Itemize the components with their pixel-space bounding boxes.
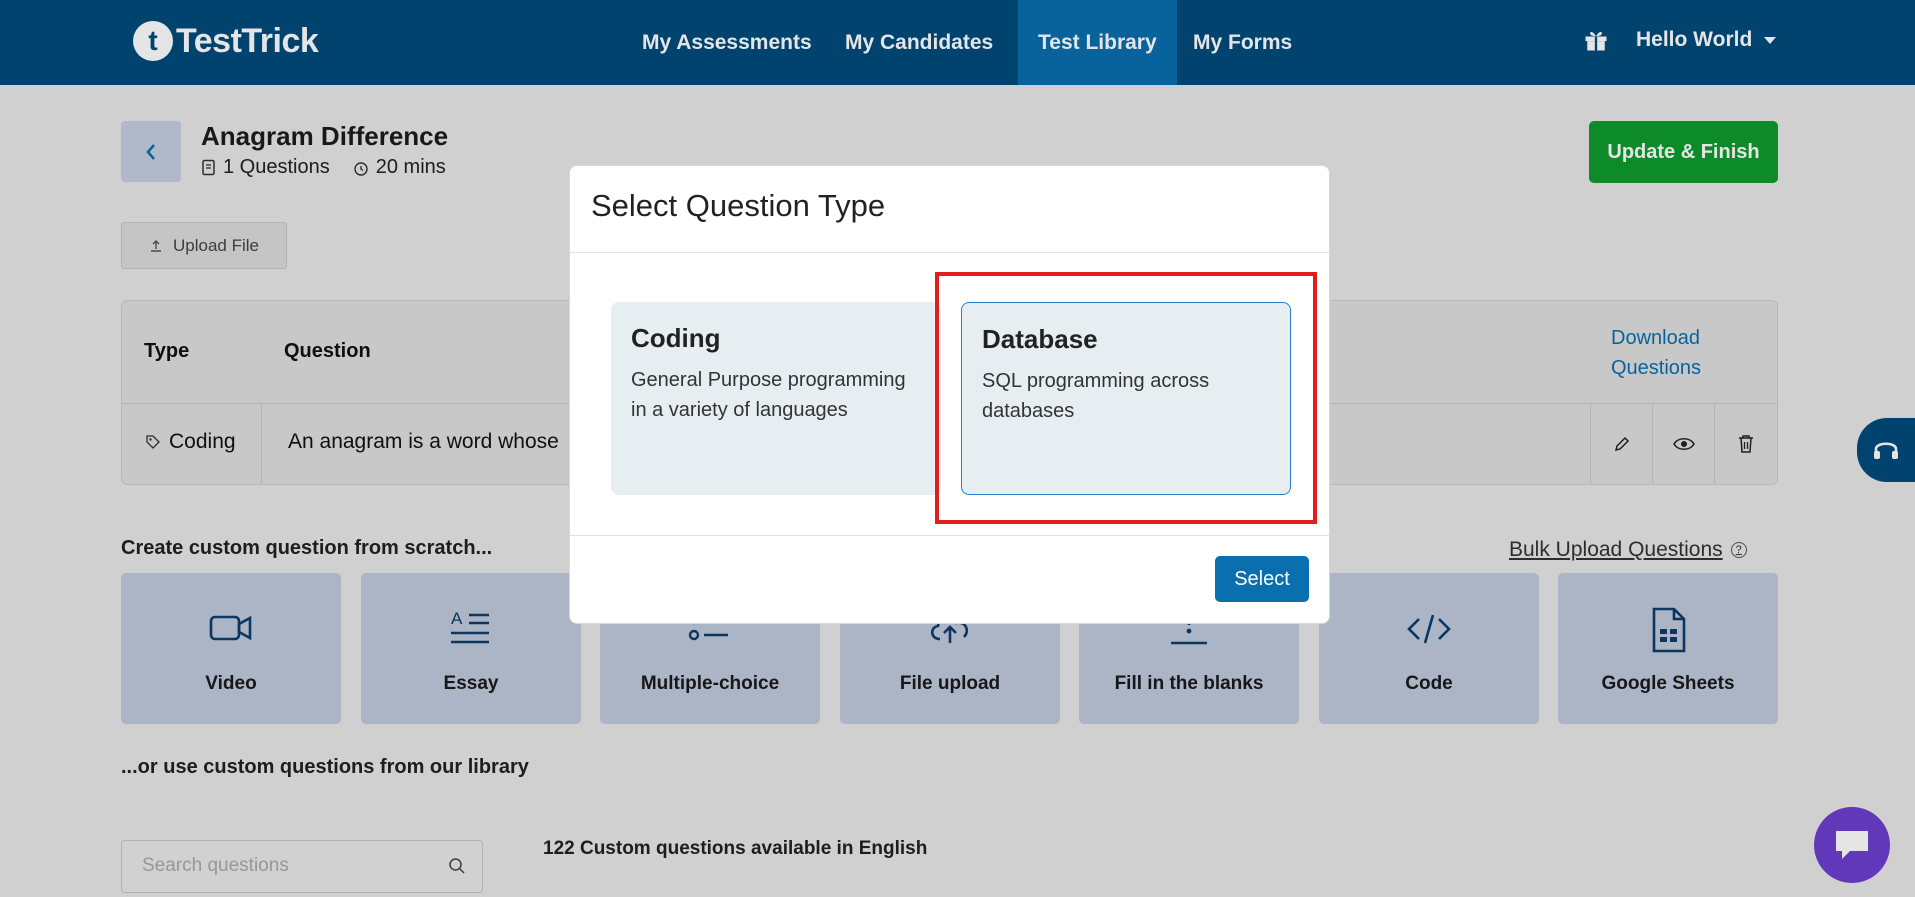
option-coding[interactable]: Coding General Purpose programming in a … bbox=[611, 302, 941, 495]
modal-title: Select Question Type bbox=[591, 188, 886, 223]
modal-footer-divider bbox=[570, 535, 1329, 536]
modal-header-divider bbox=[570, 252, 1329, 253]
option-coding-title: Coding bbox=[631, 323, 721, 353]
select-question-type-modal: Select Question Type Coding General Purp… bbox=[569, 165, 1330, 624]
selection-highlight bbox=[935, 272, 1317, 524]
option-coding-description: General Purpose programming in a variety… bbox=[631, 369, 906, 421]
select-button[interactable]: Select bbox=[1215, 556, 1309, 602]
